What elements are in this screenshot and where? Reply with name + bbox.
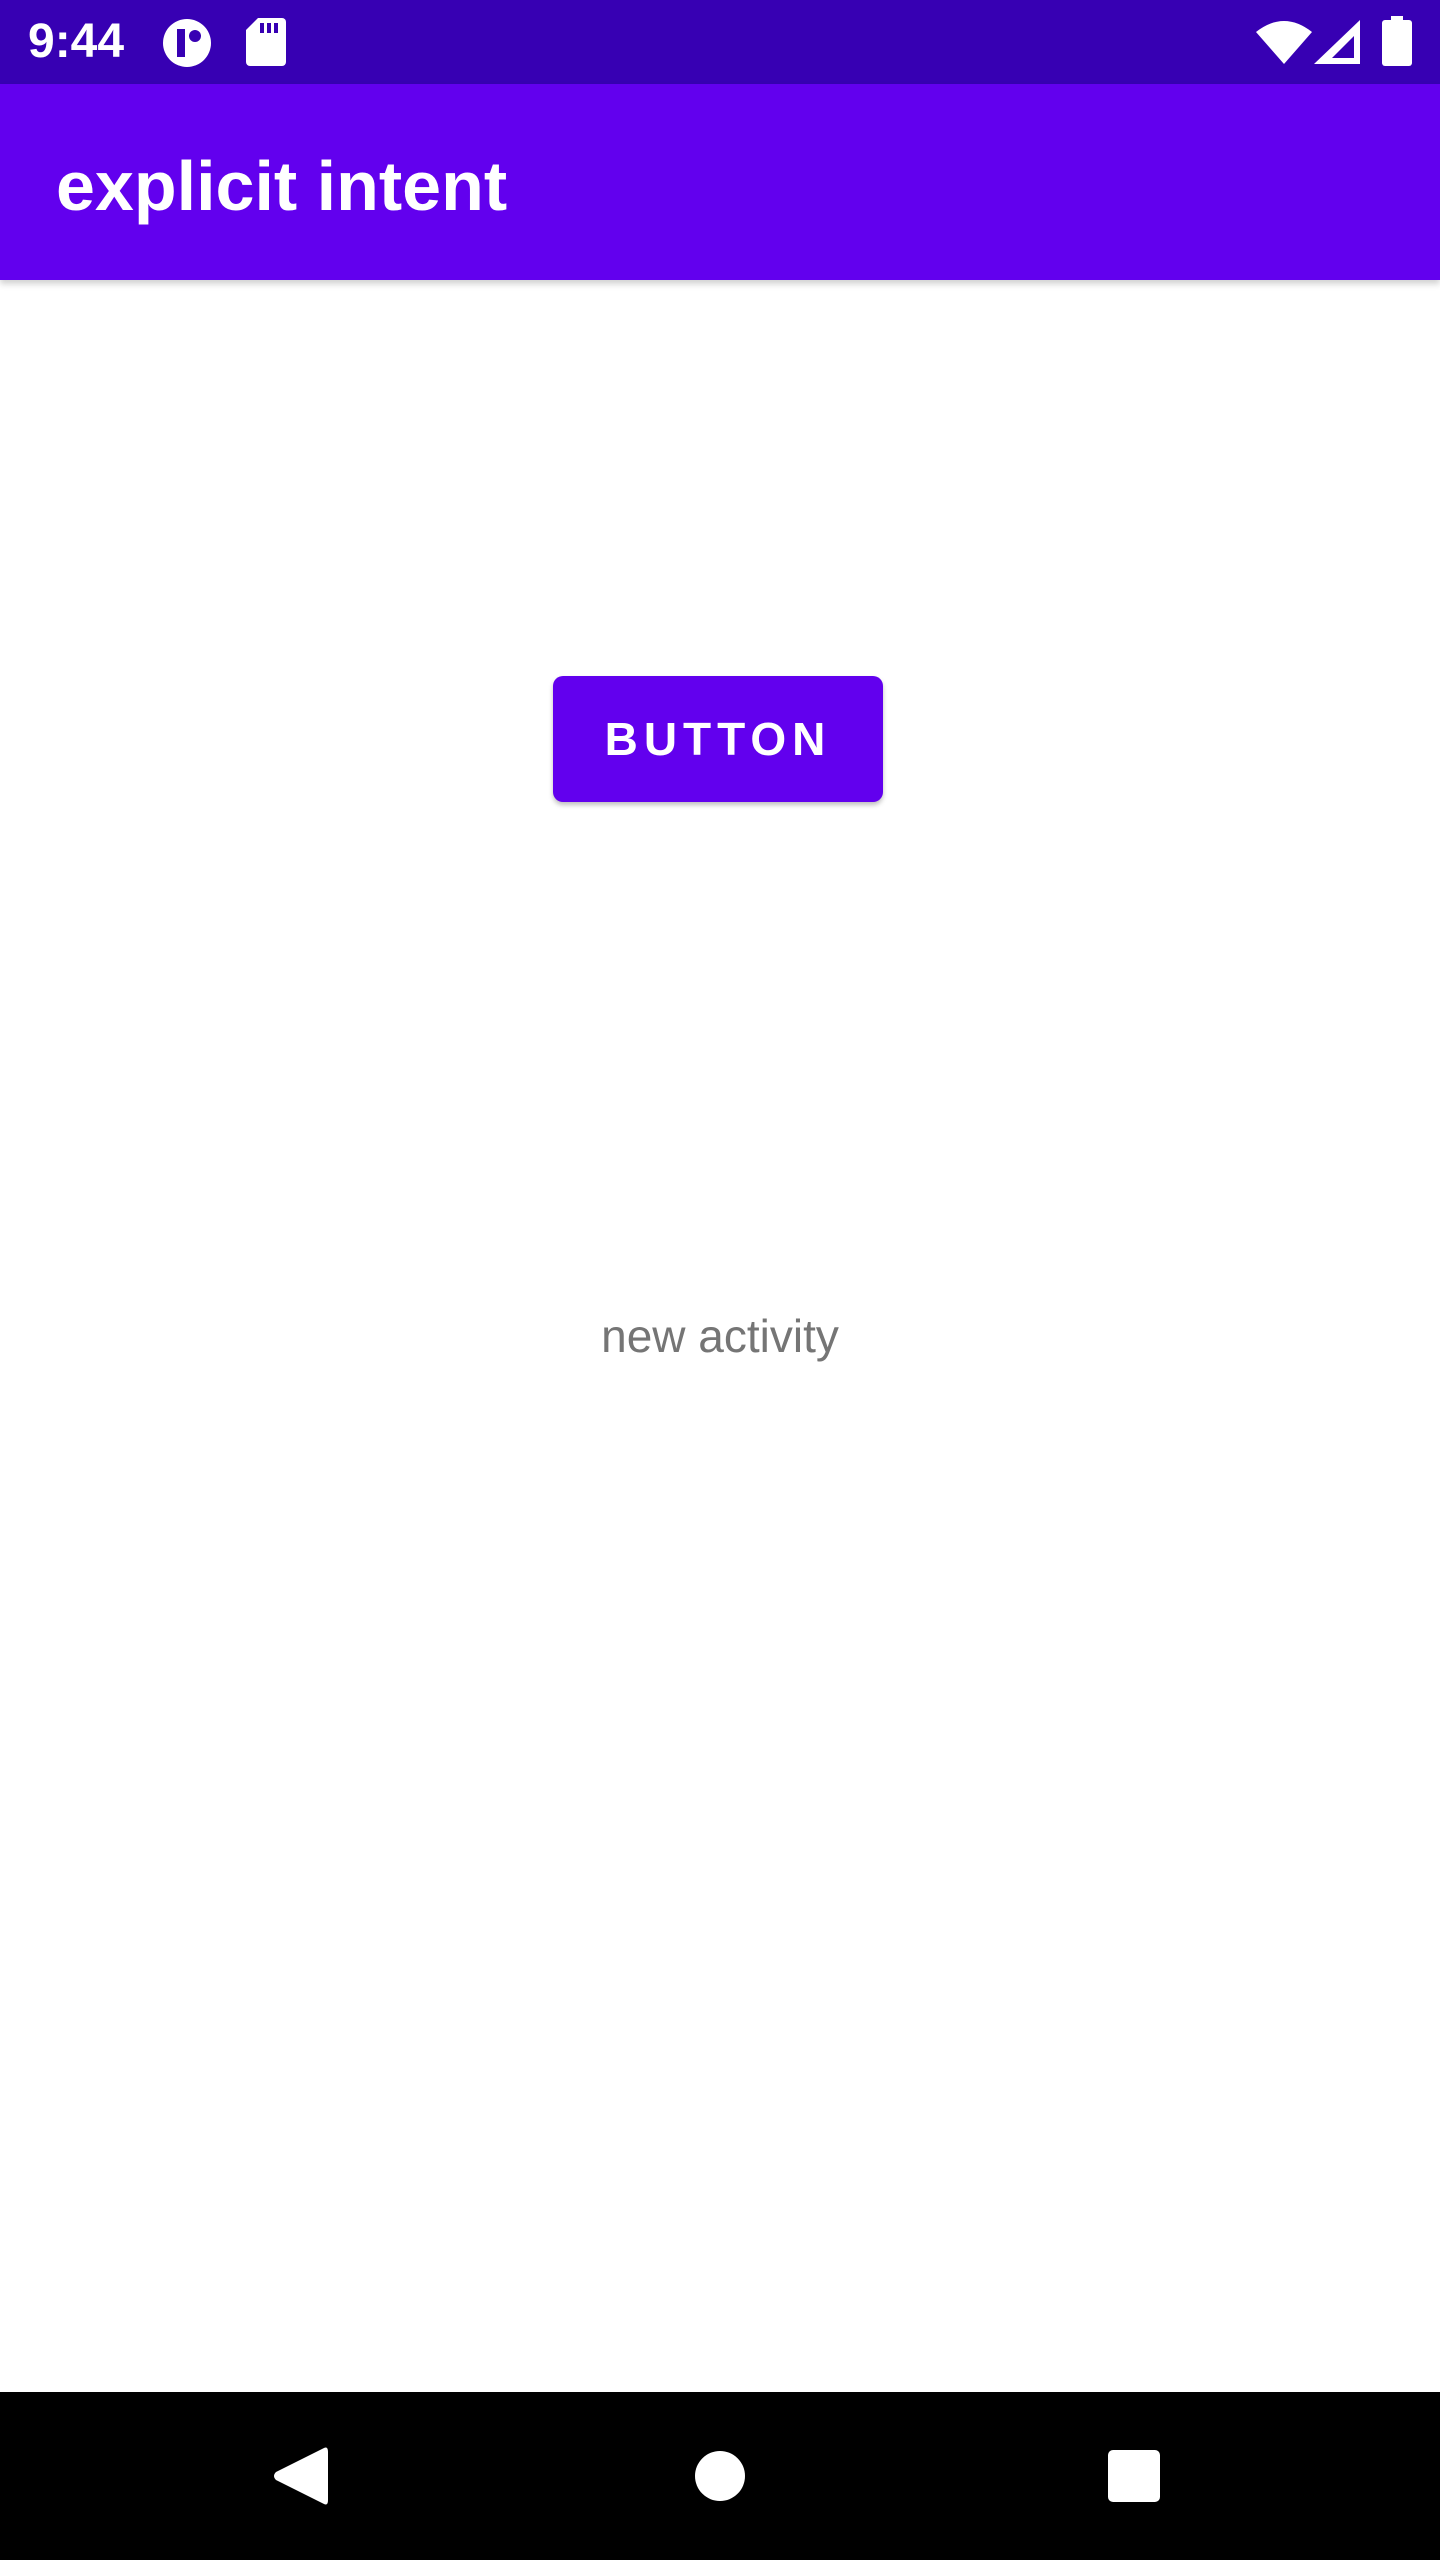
cell-signal-icon bbox=[1314, 20, 1360, 69]
navigation-bar bbox=[0, 2392, 1440, 2560]
status-time: 9:44 bbox=[28, 15, 125, 68]
app-title: explicit intent bbox=[56, 147, 508, 225]
recents-button[interactable] bbox=[1054, 2392, 1214, 2560]
new-activity-text: new activity bbox=[601, 1310, 839, 1362]
back-button[interactable] bbox=[220, 2392, 380, 2560]
battery-icon bbox=[1382, 16, 1412, 71]
status-bar: 9:44 bbox=[0, 0, 1440, 84]
sd-card-icon bbox=[246, 18, 286, 71]
recents-icon bbox=[1108, 2450, 1160, 2502]
app-notification-icon bbox=[162, 18, 214, 73]
back-icon bbox=[274, 2447, 328, 2505]
home-button[interactable] bbox=[640, 2392, 800, 2560]
app-bar: explicit intent bbox=[0, 84, 1440, 280]
screen: 9:44 explicit intent BUTTON new activity bbox=[0, 0, 1440, 2560]
wifi-icon bbox=[1256, 20, 1312, 69]
home-icon bbox=[695, 2451, 745, 2501]
main-button[interactable]: BUTTON bbox=[553, 676, 883, 802]
